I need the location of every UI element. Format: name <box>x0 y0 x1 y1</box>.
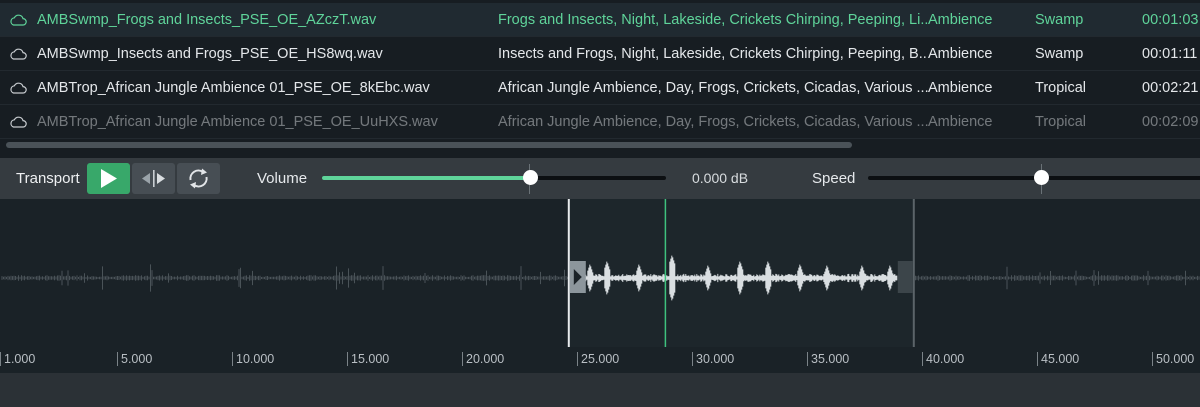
duration-cell: 00:02:09 <box>1142 114 1199 130</box>
timeline-tick-label: 20.000 <box>462 352 504 366</box>
volume-slider-knob[interactable] <box>522 170 538 185</box>
speed-slider-knob[interactable] <box>1033 170 1049 185</box>
volume-slider-fill <box>322 176 531 180</box>
volume-label: Volume <box>257 170 308 187</box>
timeline-tick-label: 45.000 <box>1037 352 1079 366</box>
description-cell: African Jungle Ambience, Day, Frogs, Cri… <box>498 80 928 96</box>
play-icon <box>101 169 117 188</box>
subcategory-cell: Tropical <box>1035 114 1087 130</box>
description-cell: Frogs and Insects, Night, Lakeside, Cric… <box>498 12 928 28</box>
subcategory-cell: Tropical <box>1035 80 1087 96</box>
transport-label: Transport <box>16 170 80 187</box>
timeline-tick-label: 5.000 <box>117 352 152 366</box>
cloud-icon[interactable] <box>9 14 27 26</box>
file-name-cell: AMBTrop_African Jungle Ambience 01_PSE_O… <box>37 80 430 96</box>
waveform[interactable] <box>0 199 1200 347</box>
category-cell: Ambience <box>928 12 993 28</box>
file-name-cell: AMBSwmp_Insects and Frogs_PSE_OE_HS8wq.w… <box>37 46 383 62</box>
cloud-icon[interactable] <box>9 82 27 94</box>
waveform-panel[interactable]: 1.000 5.000 10.000 15.000 20.000 25.000 30.000… <box>0 199 1200 373</box>
loop-icon <box>189 168 208 189</box>
cloud-icon[interactable] <box>9 116 27 128</box>
timeline-tick-label: 35.000 <box>807 352 849 366</box>
duration-cell: 00:02:21 <box>1142 80 1199 96</box>
file-row[interactable]: AMBTrop_African Jungle Ambience 01_PSE_O… <box>0 71 1200 105</box>
description-cell: African Jungle Ambience, Day, Frogs, Cri… <box>498 114 928 130</box>
timeline-tick-label: 40.000 <box>922 352 964 366</box>
volume-slider-track[interactable] <box>322 176 666 180</box>
duration-cell: 00:01:03 <box>1142 12 1199 28</box>
timeline-tick-label: 1.000 <box>0 352 35 366</box>
horizontal-scrollbar-thumb[interactable] <box>6 142 852 148</box>
timeline-ruler[interactable]: 1.000 5.000 10.000 15.000 20.000 25.000 30.000… <box>0 347 1200 373</box>
trim-button[interactable] <box>132 163 175 194</box>
speed-label: Speed <box>812 170 856 187</box>
timeline-tick-label: 50.000 <box>1152 352 1194 366</box>
file-list: AMBSwmp_Frogs and Insects_PSE_OE_AZczT.w… <box>0 0 1200 158</box>
category-cell: Ambience <box>928 46 993 62</box>
file-name-cell: AMBSwmp_Frogs and Insects_PSE_OE_AZczT.w… <box>37 12 377 28</box>
category-cell: Ambience <box>928 80 993 96</box>
trim-to-selection-icon <box>142 170 165 187</box>
selection-end-handle[interactable] <box>897 261 913 293</box>
description-cell: Insects and Frogs, Night, Lakeside, Cric… <box>498 46 928 62</box>
timeline-tick-label: 25.000 <box>577 352 619 366</box>
file-row[interactable]: AMBSwmp_Frogs and Insects_PSE_OE_AZczT.w… <box>0 3 1200 37</box>
loop-button[interactable] <box>177 163 220 194</box>
subcategory-cell: Swamp <box>1035 46 1084 62</box>
subcategory-cell: Swamp <box>1035 12 1084 28</box>
duration-cell: 00:01:11 <box>1142 46 1198 62</box>
transport-bar: Transport Volume 0.000 dB Speed <box>0 158 1200 199</box>
file-row[interactable]: AMBTrop_African Jungle Ambience 01_PSE_O… <box>0 105 1200 139</box>
cloud-icon[interactable] <box>9 48 27 60</box>
file-name-cell: AMBTrop_African Jungle Ambience 01_PSE_O… <box>37 114 438 130</box>
bottom-strip <box>0 373 1200 407</box>
play-button[interactable] <box>87 163 130 194</box>
volume-value: 0.000 dB <box>692 170 749 186</box>
category-cell: Ambience <box>928 114 993 130</box>
timeline-tick-label: 10.000 <box>232 352 274 366</box>
timeline-tick-label: 30.000 <box>692 352 734 366</box>
timeline-tick-label: 15.000 <box>347 352 389 366</box>
file-row[interactable]: AMBSwmp_Insects and Frogs_PSE_OE_HS8wq.w… <box>0 37 1200 71</box>
